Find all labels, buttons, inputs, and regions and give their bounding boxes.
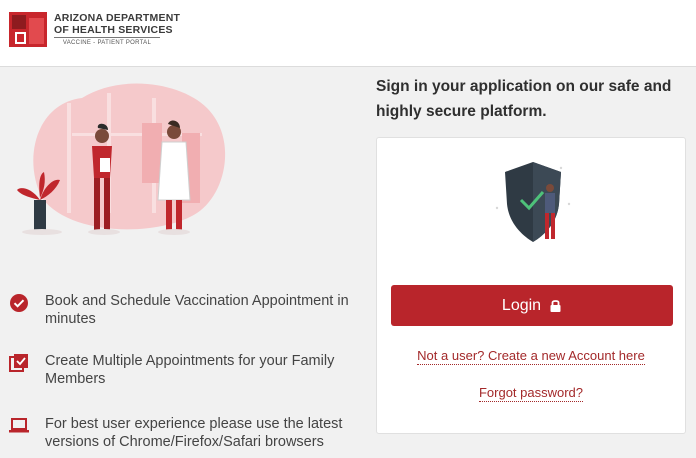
logo-divider	[54, 37, 160, 38]
register-link[interactable]: Not a user? Create a new Account here	[417, 348, 645, 365]
login-card: Login Not a user? Create a new Account h…	[376, 137, 686, 434]
feature-text: Book and Schedule Vaccination Appointmen…	[45, 293, 349, 327]
logo-subtitle: VACCINE - PATIENT PORTAL	[62, 40, 152, 46]
register-link-row: Not a user? Create a new Account here	[377, 348, 685, 365]
feature-text: Create Multiple Appointments for your Fa…	[45, 353, 335, 387]
healthcare-workers-illustration	[17, 83, 226, 235]
logo-title-line1: ARIZONA DEPARTMENT	[54, 12, 181, 24]
login-button-label: Login	[501, 296, 542, 314]
laptop-icon	[9, 418, 29, 433]
feature-text: For best user experience please use the …	[45, 416, 343, 450]
check-circle-icon	[10, 294, 28, 312]
forgot-password-row: Forgot password?	[377, 385, 685, 402]
adhs-logo-icon[interactable]	[9, 12, 47, 47]
checklist-icon	[9, 354, 28, 372]
header: ARIZONA DEPARTMENT OF HEALTH SERVICES VA…	[0, 0, 696, 67]
lock-icon	[550, 300, 561, 312]
login-button[interactable]: Login	[391, 285, 673, 326]
logo-title-line2: OF HEALTH SERVICES	[54, 24, 173, 36]
forgot-password-link[interactable]: Forgot password?	[478, 385, 584, 402]
security-shield-illustration	[495, 162, 571, 242]
signin-tagline: Sign in your application on our safe and…	[376, 78, 672, 120]
